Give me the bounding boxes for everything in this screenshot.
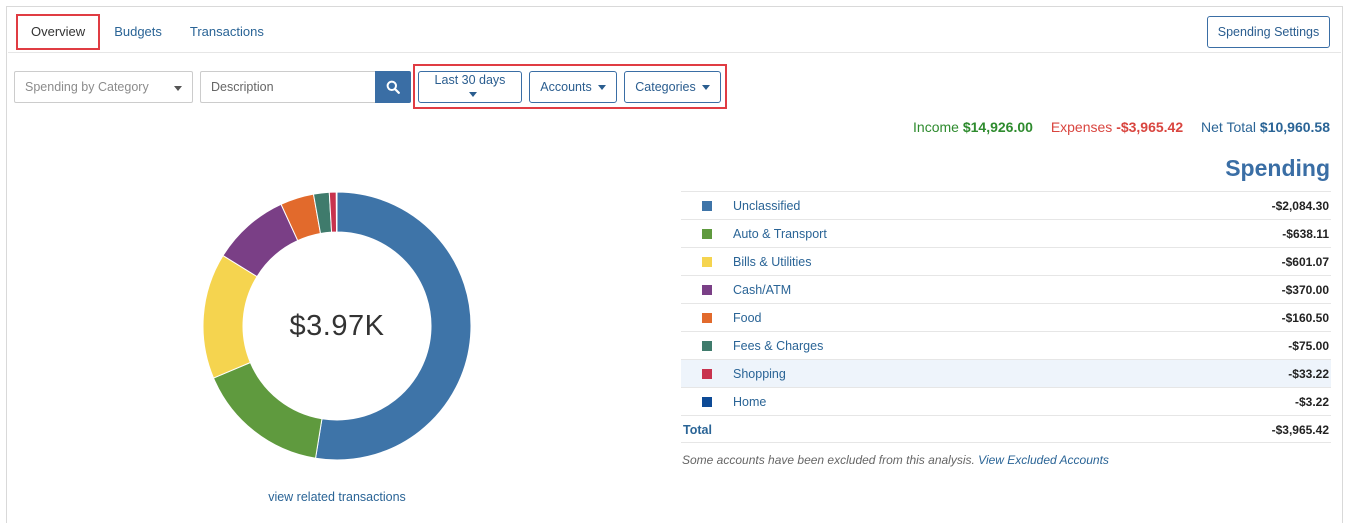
description-input[interactable]: [200, 71, 375, 103]
category-amount: -$601.07: [1281, 255, 1329, 269]
category-name[interactable]: Unclassified: [733, 199, 800, 213]
category-table: Unclassified -$2,084.30 Auto & Transport -$…: [681, 191, 1331, 443]
category-amount: -$160.50: [1281, 311, 1329, 325]
view-related-transactions-link[interactable]: view related transactions: [202, 490, 472, 504]
category-amount: -$2,084.30: [1271, 199, 1329, 213]
excluded-accounts-note: Some accounts have been excluded from th…: [682, 453, 1109, 467]
category-color-swatch: [702, 285, 712, 295]
tab-divider: [8, 52, 1341, 53]
category-row[interactable]: Home -$3.22: [681, 387, 1331, 415]
income-label: Income: [913, 119, 959, 135]
category-row[interactable]: Auto & Transport -$638.11: [681, 219, 1331, 247]
totals-summary: Income $14,926.00 Expenses -$3,965.42 Ne…: [913, 119, 1330, 135]
category-color-swatch: [702, 313, 712, 323]
footnote-text: Some accounts have been excluded from th…: [682, 453, 975, 467]
category-name[interactable]: Auto & Transport: [733, 227, 827, 241]
donut-center-total: $3.97K: [289, 310, 385, 342]
category-row[interactable]: Shopping -$33.22: [681, 359, 1331, 387]
category-name[interactable]: Shopping: [733, 367, 786, 381]
total-amount: -$3,965.42: [1271, 423, 1329, 437]
tab-bar: Overview Budgets Transactions: [16, 14, 278, 50]
date-range-label: Last 30 days: [434, 73, 506, 87]
category-amount: -$75.00: [1288, 339, 1329, 353]
category-name[interactable]: Home: [733, 395, 766, 409]
chevron-down-icon: [597, 85, 606, 91]
section-title: Spending: [1225, 155, 1330, 181]
categories-dropdown[interactable]: Categories: [624, 71, 721, 103]
category-color-swatch: [702, 369, 712, 379]
category-color-swatch: [702, 257, 712, 267]
category-row[interactable]: Bills & Utilities -$601.07: [681, 247, 1331, 275]
category-amount: -$370.00: [1281, 283, 1329, 297]
category-color-swatch: [702, 229, 712, 239]
chevron-down-icon: [174, 86, 182, 91]
income-value: $14,926.00: [962, 119, 1033, 135]
tab-budgets[interactable]: Budgets: [100, 14, 176, 50]
category-row[interactable]: Fees & Charges -$75.00: [681, 331, 1331, 359]
view-excluded-accounts-link[interactable]: View Excluded Accounts: [978, 453, 1109, 467]
donut-slice[interactable]: [212, 361, 323, 459]
tab-overview[interactable]: Overview: [16, 14, 101, 50]
category-row[interactable]: Food -$160.50: [681, 303, 1331, 331]
category-color-swatch: [702, 341, 712, 351]
chevron-down-icon: [469, 92, 477, 98]
category-name[interactable]: Fees & Charges: [733, 339, 823, 353]
search-icon: [386, 80, 400, 94]
donut-slice[interactable]: [335, 191, 338, 233]
category-name[interactable]: Food: [733, 311, 762, 325]
accounts-label: Accounts: [540, 80, 592, 94]
category-amount: -$3.22: [1294, 395, 1329, 409]
category-color-swatch: [702, 201, 712, 211]
search-button[interactable]: [375, 71, 411, 103]
spending-settings-button[interactable]: Spending Settings: [1207, 16, 1330, 48]
category-row[interactable]: Unclassified -$2,084.30: [681, 191, 1331, 219]
category-row[interactable]: Cash/ATM -$370.00: [681, 275, 1331, 303]
view-select-value: Spending by Category: [25, 80, 149, 94]
net-total-value: $10,960.58: [1259, 119, 1330, 135]
net-total-label: Net Total: [1201, 119, 1257, 135]
total-row: Total -$3,965.42: [681, 415, 1331, 443]
total-label: Total: [683, 423, 712, 437]
category-amount: -$33.22: [1288, 367, 1329, 381]
expenses-label: Expenses: [1050, 119, 1113, 135]
categories-label: Categories: [635, 80, 696, 94]
chevron-down-icon: [701, 85, 710, 91]
tab-transactions[interactable]: Transactions: [176, 14, 278, 50]
expenses-value: -$3,965.42: [1116, 119, 1184, 135]
view-select[interactable]: Spending by Category: [14, 71, 193, 103]
category-amount: -$638.11: [1282, 227, 1329, 241]
category-name[interactable]: Bills & Utilities: [733, 255, 812, 269]
accounts-dropdown[interactable]: Accounts: [529, 71, 617, 103]
date-range-dropdown[interactable]: Last 30 days: [418, 71, 522, 103]
category-color-swatch: [702, 397, 712, 407]
category-name[interactable]: Cash/ATM: [733, 283, 791, 297]
